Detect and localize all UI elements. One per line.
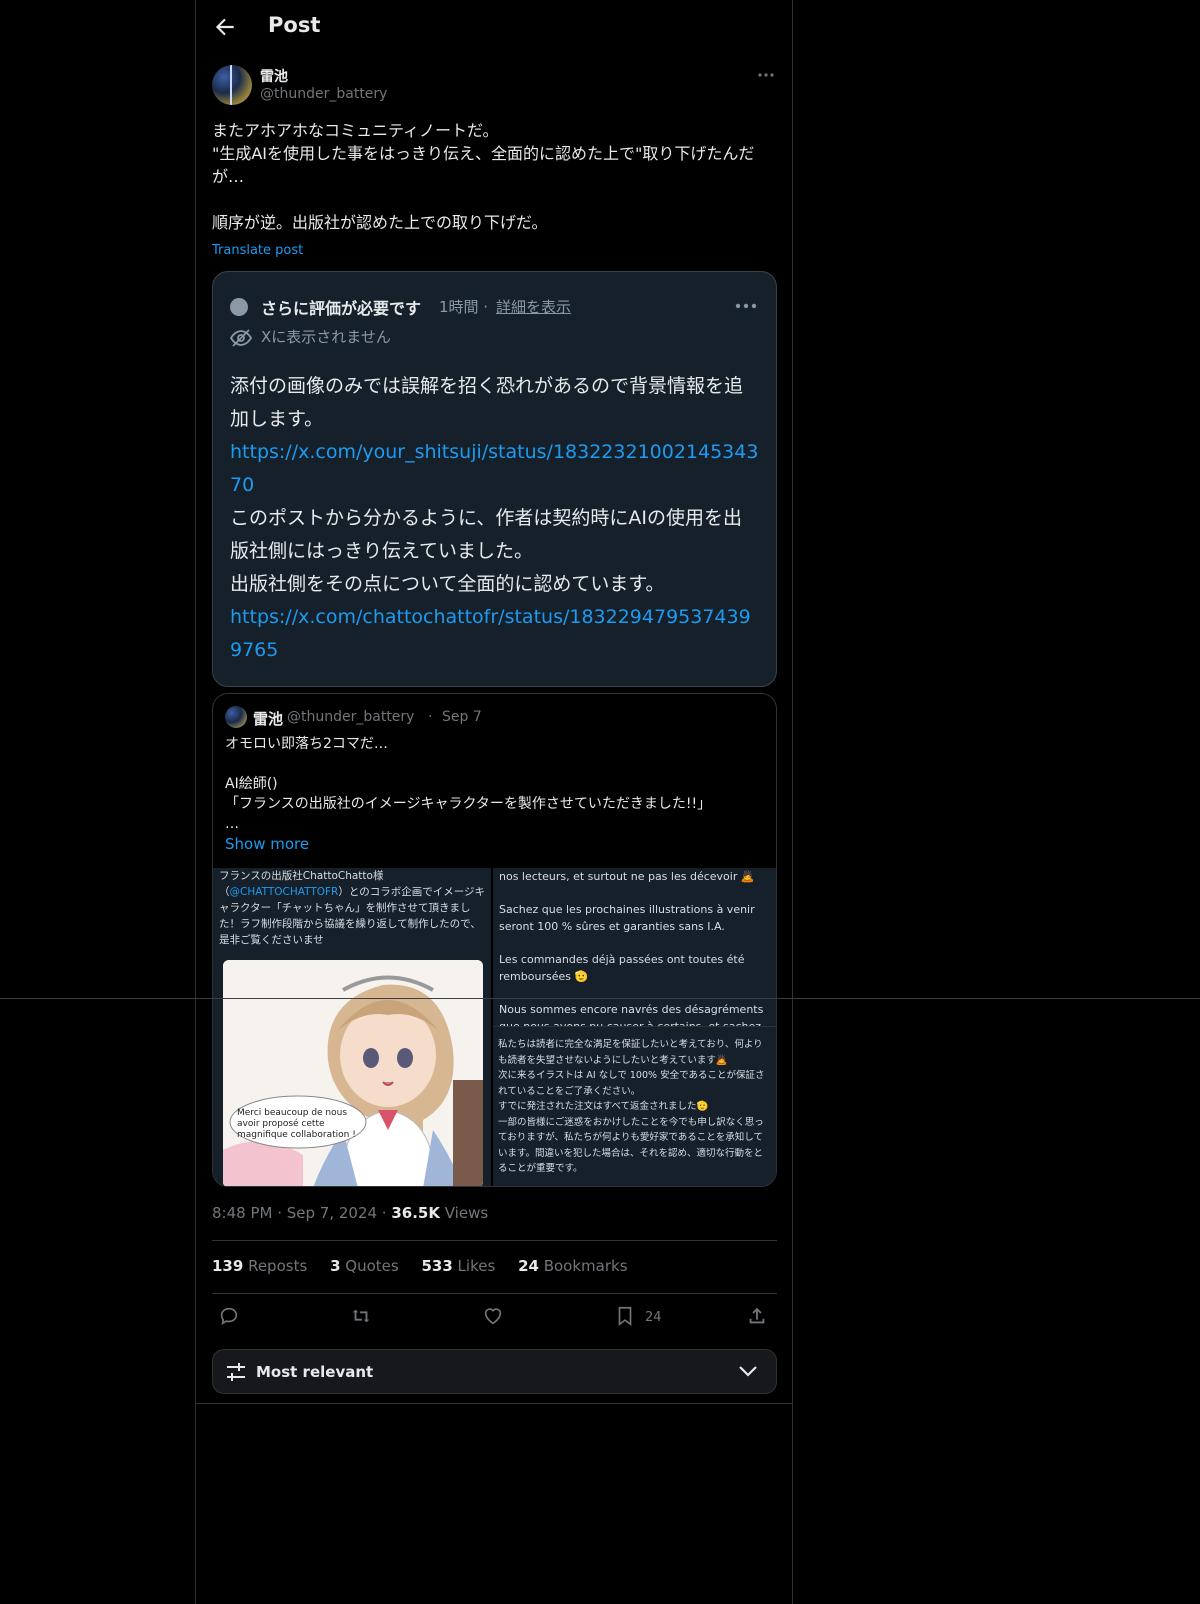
show-more-link[interactable]: Show more: [225, 835, 309, 853]
note-more-icon[interactable]: [735, 302, 757, 310]
avatar[interactable]: [212, 65, 252, 105]
post-meta: 8:48 PM · Sep 7, 2024 · 36.5K Views: [212, 1204, 488, 1222]
media-left-text: フランスの出版社ChattoChatto様（@CHATTOCHATTOFR）との…: [219, 870, 486, 946]
illustration-art: [223, 960, 483, 1186]
share-icon[interactable]: [746, 1305, 768, 1327]
divider: [212, 1293, 777, 1294]
views-count: 36.5K: [391, 1204, 440, 1222]
post-timestamp[interactable]: 8:48 PM · Sep 7, 2024 ·: [212, 1204, 391, 1222]
reply-sort-dropdown[interactable]: Most relevant: [212, 1349, 777, 1394]
quote-avatar: [225, 706, 247, 728]
views-label: Views: [439, 1204, 489, 1222]
note-detail-link[interactable]: 詳細を表示: [496, 296, 571, 317]
sort-label: Most relevant: [256, 1363, 374, 1381]
author-handle[interactable]: @thunder_battery: [260, 86, 387, 102]
note-link[interactable]: https://x.com/your_shitsuji/status/18322…: [230, 436, 760, 502]
translate-post-link[interactable]: Translate post: [212, 243, 303, 258]
quotes-stat[interactable]: 3 Quotes: [330, 1257, 399, 1275]
note-status: さらに評価が必要です: [261, 299, 422, 318]
media-image-left[interactable]: フランスの出版社ChattoChatto様（@CHATTOCHATTOFR）との…: [213, 868, 491, 1186]
repost-icon[interactable]: [350, 1305, 372, 1327]
author-name[interactable]: 雷池: [260, 66, 288, 86]
chevron-down-icon: [739, 1366, 757, 1377]
bookmark-icon[interactable]: [614, 1305, 636, 1327]
note-body: 添付の画像のみでは誤解を招く恐れがあるので背景情報を追加します。 https:/…: [230, 370, 760, 667]
sliders-icon: [227, 1363, 245, 1381]
quote-text: オモロい即落ち2コマだ… AI絵師() 「フランスの出版社のイメージキャラクター…: [225, 736, 712, 832]
reply-icon[interactable]: [218, 1305, 240, 1327]
quote-media[interactable]: フランスの出版社ChattoChatto様（@CHATTOCHATTOFR）との…: [213, 868, 776, 1186]
eye-off-icon: [230, 329, 252, 347]
note-body-text: このポストから分かるように、作者は契約時にAIの使用を出版社側にはっきり伝えてい…: [230, 507, 743, 562]
page-title: Post: [268, 13, 321, 37]
quote-separator: ·: [428, 709, 433, 725]
speech-bubble-text: Merci beaucoup de nous avoir proposé cet…: [237, 1108, 356, 1140]
guide-line: [0, 998, 1200, 999]
quote-author-handle: @thunder_battery: [287, 709, 415, 725]
bookmark-count: 24: [645, 1310, 662, 1325]
quoted-post[interactable]: 雷池 @thunder_battery · Sep 7 オモロい即落ち2コマだ……: [212, 693, 777, 1187]
note-time: 1時間 ·: [439, 298, 489, 316]
note-status-dot-icon: [230, 298, 248, 316]
quote-date: Sep 7: [442, 709, 482, 725]
divider: [212, 1240, 777, 1241]
note-body-text: 出版社側をその点について全面的に認めています。: [230, 573, 665, 595]
bookmarks-stat[interactable]: 24 Bookmarks: [518, 1257, 627, 1275]
note-body-text: 添付の画像のみでは誤解を招く恐れがあるので背景情報を追加します。: [230, 375, 744, 430]
community-note: さらに評価が必要です 1時間 · 詳細を表示 Xに表示されません 添付の画像のみ…: [212, 271, 777, 687]
main-column: Post 雷池 @thunder_battery またアホアホなコミュニティノー…: [195, 0, 793, 1604]
engagement-stats: 139 Reposts 3 Quotes 533 Likes 24 Bookma…: [212, 1257, 646, 1275]
media-right-japanese-panel: 私たちは読者に完全な満足を保証したいと考えており、何よりも読者を失望させないよう…: [493, 1026, 776, 1186]
divider: [196, 1403, 792, 1404]
media-right-japanese-text: 私たちは読者に完全な満足を保証したいと考えており、何よりも読者を失望させないよう…: [498, 1039, 765, 1174]
note-hidden-label: Xに表示されません: [261, 328, 391, 346]
reposts-stat[interactable]: 139 Reposts: [212, 1257, 307, 1275]
quote-author-name: 雷池: [253, 710, 284, 728]
back-arrow-icon[interactable]: [212, 14, 238, 40]
media-mention: @CHATTOCHATTOFR: [229, 886, 339, 898]
likes-stat[interactable]: 533 Likes: [421, 1257, 495, 1275]
post-text: またアホアホなコミュニティノートだ。 "生成AIを使用した事をはっきり伝え、全面…: [212, 121, 755, 232]
note-link[interactable]: https://x.com/chattochattofr/status/1832…: [230, 601, 760, 667]
media-image-right[interactable]: nos lecteurs, et surtout ne pas les déce…: [493, 868, 776, 1186]
like-icon[interactable]: [482, 1305, 504, 1327]
character-illustration: Merci beaucoup de nous avoir proposé cet…: [223, 960, 483, 1186]
more-options-icon[interactable]: [756, 68, 776, 82]
